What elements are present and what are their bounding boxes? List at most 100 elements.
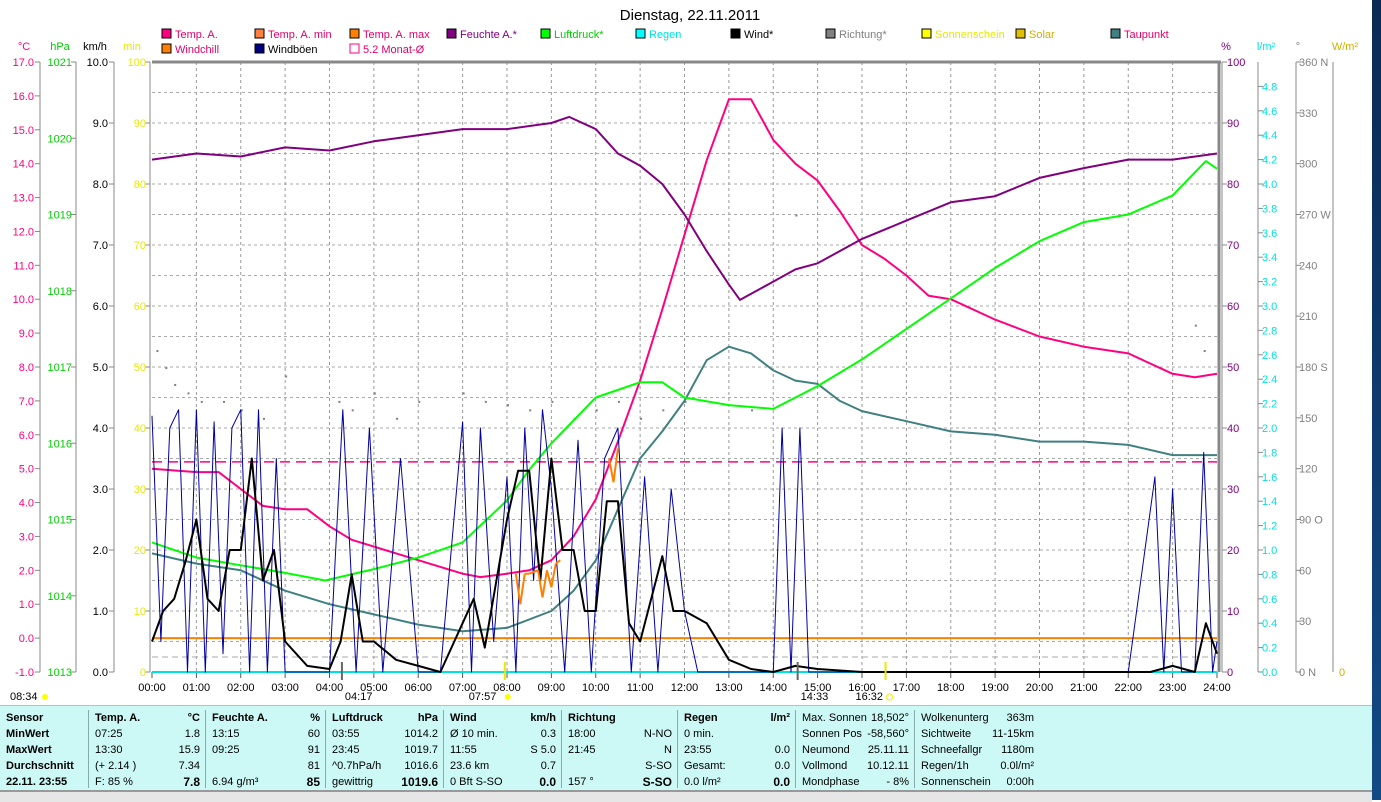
sunset-icon (886, 693, 894, 701)
sunmin-tick-label: 30 (134, 484, 146, 496)
legend-swatch (161, 28, 172, 39)
press-tick-label: 1021 (48, 57, 72, 69)
direction-point (751, 409, 754, 412)
table-value: 85 (306, 775, 320, 789)
table-row: 23:45 1019.7 (332, 742, 438, 758)
table-column: Wind km/h Ø 10 min. 0.3 11:55 S 5.0 23.6 km 0.7… (443, 710, 562, 790)
temp-tick-label: 4.0 (19, 498, 34, 510)
direction-point (373, 392, 376, 395)
table-label: Gesamt: (684, 760, 726, 772)
rain-tick-label: 4.2 (1262, 155, 1277, 167)
table-value: 0:00h (1006, 776, 1034, 788)
hum-tick-label: 70 (1227, 240, 1239, 252)
table-row: 11:55 S 5.0 (450, 742, 556, 758)
temp-tick-label: 16.0 (13, 91, 34, 103)
table-row: 09:25 91 (212, 742, 320, 758)
table-label: Ø 10 min. (450, 728, 498, 740)
sunmin-tick-label: 40 (134, 423, 146, 435)
table-value: -58,560° (867, 728, 909, 740)
table-row: 23.6 km 0.7 (450, 758, 556, 774)
hum-tick-label: 40 (1227, 423, 1239, 435)
table-label: 13:15 (212, 728, 240, 740)
dir-tick-label: 30 (1299, 616, 1311, 628)
legend-swatch (1015, 28, 1026, 39)
table-label: 13:30 (95, 744, 123, 756)
table-value: N (664, 744, 672, 756)
table-row: 13:15 60 (212, 726, 320, 742)
x-tick-label: 14:00 (759, 682, 787, 694)
table-row: Wolkenunterg 363m (921, 710, 1034, 726)
dir-tick-label: 0 N (1299, 667, 1316, 679)
legend-swatch (254, 28, 265, 39)
wind-tick-label: 6.0 (93, 301, 108, 313)
temp-tick-label: 2.0 (19, 565, 34, 577)
moonrise-time: 04:17 (345, 691, 373, 703)
table-label: 22.11. 23:55 (6, 776, 68, 788)
table-row: Durchschnitt (6, 758, 82, 774)
direction-point (285, 375, 288, 378)
x-tick-label: 08:00 (493, 682, 521, 694)
table-label: 21:45 (568, 744, 596, 756)
table-row: Schneefallgr 1180m (921, 742, 1034, 758)
table-label: 0 min. (684, 728, 714, 740)
table-value: 0.0 (774, 744, 790, 756)
table-row: S-SO (568, 758, 672, 774)
table-row: 0 Bft S-SO 0.0 (450, 774, 556, 790)
hum-tick-label: 50 (1227, 362, 1239, 374)
temp-tick-label: 6.0 (19, 430, 34, 442)
table-value: 0.3 (540, 728, 556, 740)
table-row: 07:25 1.8 (95, 726, 200, 742)
table-row: 157 ° S-SO (568, 774, 672, 790)
wind-axis-unit: km/h (83, 41, 107, 53)
legend-label: Solar (1029, 29, 1055, 41)
table-label: Luftdruck (332, 712, 383, 724)
table-label: Regen/1h (921, 760, 969, 772)
sunset-time: 16:32 (856, 691, 884, 703)
table-label: Schneefallgr (921, 744, 983, 756)
rain-tick-label: 3.2 (1262, 277, 1277, 289)
direction-point (640, 417, 643, 420)
table-label: Neumond (802, 744, 850, 756)
table-row: 13:30 15.9 (95, 742, 200, 758)
rain-tick-label: 2.6 (1262, 350, 1277, 362)
rain-tick-label: 1.6 (1262, 472, 1277, 484)
table-value: 18,502° (870, 712, 909, 724)
table-row: 6.94 g/m³ 85 (212, 774, 320, 790)
table-value: % (310, 712, 320, 724)
x-tick-label: 19:00 (981, 682, 1009, 694)
table-value: 11-15km (992, 728, 1034, 740)
legend-label: Feuchte A.* (460, 29, 518, 41)
table-row: Wind km/h (450, 710, 556, 726)
rain-tick-label: 3.6 (1262, 228, 1277, 240)
table-value: 1180m (1001, 744, 1034, 756)
table-label: F: 85 % (95, 776, 133, 788)
legend-swatch (254, 43, 265, 54)
table-row: Sichtweite 11-15km (921, 726, 1034, 742)
sunmin-tick-label: 70 (134, 240, 146, 252)
legend-swatch (635, 28, 646, 39)
temp-tick-label: 13.0 (13, 193, 34, 205)
table-value: 1014.2 (404, 728, 438, 740)
x-tick-label: 09:00 (538, 682, 566, 694)
rain-tick-label: 0.2 (1262, 643, 1277, 655)
table-column: Sensor MinWert MaxWert Durchschnitt 22.11. 2… (0, 710, 88, 788)
direction-point (529, 409, 532, 412)
direction-point (200, 400, 203, 403)
table-row: 81 (212, 758, 320, 774)
dir-tick-label: 210 (1299, 311, 1317, 323)
table-row: Richtung (568, 710, 672, 726)
legend-swatch (730, 28, 741, 39)
x-tick-label: 21:00 (1070, 682, 1098, 694)
table-row: 0 min. (684, 726, 790, 742)
rain-tick-label: 0.0 (1262, 667, 1277, 679)
hum-tick-label: 60 (1227, 301, 1239, 313)
table-value: 1.8 (184, 728, 200, 740)
table-column: Max. Sonnen 18,502° Sonnen Pos -58,560° Neum… (795, 710, 915, 788)
direction-point (662, 409, 665, 412)
dir-tick-label: 240 (1299, 260, 1317, 272)
direction-point (223, 400, 225, 403)
legend-label: Temp. A. min (268, 29, 332, 41)
dir-tick-label: 300 (1299, 159, 1317, 171)
legend-label: 5.2 Monat-Ø (363, 44, 425, 56)
rain-tick-label: 2.4 (1262, 374, 1277, 386)
